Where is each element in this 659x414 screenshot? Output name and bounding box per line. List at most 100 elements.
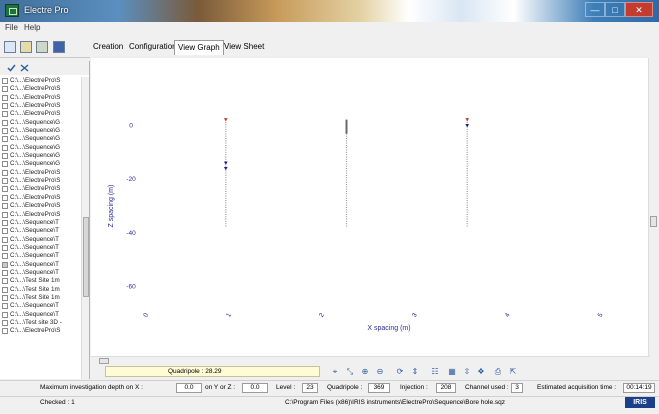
close-button[interactable]: ✕ (625, 2, 653, 17)
sidebar-scrollbar[interactable] (81, 77, 89, 379)
sequence-list-item[interactable]: C:\...\Test site 3D - (0, 319, 80, 327)
uncheck-all-icon[interactable] (20, 64, 29, 72)
sequence-checkbox[interactable] (2, 261, 8, 268)
sequence-checkbox[interactable] (2, 86, 8, 93)
sequence-list-item[interactable]: C:\...\Sequence\T (0, 269, 80, 277)
export-icon[interactable]: ⇱ (508, 367, 518, 376)
sequence-checkbox[interactable] (2, 153, 8, 160)
check-all-icon[interactable] (7, 64, 16, 72)
sequence-checkbox[interactable] (2, 136, 8, 143)
tab-configuration[interactable]: Configuration (126, 40, 180, 55)
crosshair-icon[interactable]: ⌖ (330, 367, 340, 376)
sequence-list-item[interactable]: C:\...\ElectrePro\S (0, 94, 80, 102)
minimize-button[interactable]: — (585, 2, 605, 17)
sequence-list-item[interactable]: C:\...\Sequence\T (0, 219, 80, 227)
sequence-checkbox[interactable] (2, 303, 8, 310)
zoom-out-icon[interactable]: ⊖ (375, 367, 385, 376)
zoom-in-icon[interactable]: ⊕ (360, 367, 370, 376)
maximize-button[interactable]: □ (605, 2, 625, 17)
sequence-list-item[interactable]: C:\...\Sequence\T (0, 261, 80, 269)
sequence-checkbox[interactable] (2, 194, 8, 201)
sequence-list-item[interactable]: C:\...\Sequence\G (0, 127, 80, 135)
sequence-list-item[interactable]: C:\...\Sequence\T (0, 236, 80, 244)
sequence-checkbox[interactable] (2, 144, 8, 151)
save-icon[interactable] (53, 41, 65, 53)
tab-creation[interactable]: Creation (90, 40, 126, 55)
tab-view-sheet[interactable]: View Sheet (221, 40, 267, 55)
sequence-list-item[interactable]: C:\...\Sequence\G (0, 144, 80, 152)
sequence-list-item[interactable]: C:\...\Sequence\G (0, 160, 80, 168)
stepper-icon[interactable]: ⇕ (410, 367, 420, 376)
sequence-list-item[interactable]: C:\...\ElectrePro\S (0, 85, 80, 93)
sequence-list-item[interactable]: C:\...\ElectrePro\S (0, 327, 80, 335)
sequence-list-item[interactable]: C:\...\ElectrePro\S (0, 185, 80, 193)
sequence-checkbox[interactable] (2, 228, 8, 235)
sequence-checkbox[interactable] (2, 328, 8, 335)
sequence-list-item[interactable]: C:\...\ElectrePro\S (0, 169, 80, 177)
print-icon[interactable]: ⎙ (493, 367, 503, 376)
sequence-checkbox[interactable] (2, 286, 8, 293)
sequence-checkbox[interactable] (2, 278, 8, 285)
sequence-list-item[interactable]: C:\...\ElectrePro\S (0, 194, 80, 202)
graph-vertical-scrollbar[interactable] (648, 58, 658, 357)
sequence-label: C:\...\Test Site 1m (10, 293, 60, 301)
sequence-list-item[interactable]: C:\...\Sequence\T (0, 311, 80, 319)
sequence-list-item[interactable]: C:\...\Sequence\G (0, 119, 80, 127)
grid-icon[interactable]: ☷ (430, 367, 440, 376)
quadripole-field: Quadripole : 28.29 (105, 366, 320, 377)
sequence-list-item[interactable]: C:\...\Test Site 1m (0, 286, 80, 294)
sequence-list-item[interactable]: C:\...\ElectrePro\S (0, 202, 80, 210)
sequence-checkbox[interactable] (2, 128, 8, 135)
new-file-icon[interactable] (4, 41, 16, 53)
menu-help[interactable]: Help (24, 23, 40, 32)
horizontal-scroll-thumb[interactable] (99, 358, 109, 364)
sequence-checkbox[interactable] (2, 253, 8, 260)
sequence-checkbox[interactable] (2, 178, 8, 185)
sequence-checkbox[interactable] (2, 119, 8, 126)
sequence-checkbox[interactable] (2, 78, 8, 84)
rotate-icon[interactable]: ⟳ (395, 367, 405, 376)
sequence-checkbox[interactable] (2, 319, 8, 326)
sequence-checkbox[interactable] (2, 294, 8, 301)
sequence-list-item[interactable]: C:\...\ElectrePro\S (0, 177, 80, 185)
sequence-checkbox[interactable] (2, 244, 8, 251)
color-icon[interactable]: ❖ (476, 367, 486, 376)
sequence-checkbox[interactable] (2, 94, 8, 101)
sequence-list-item[interactable]: C:\...\ElectrePro\S (0, 102, 80, 110)
sequence-checkbox[interactable] (2, 169, 8, 176)
sequence-checkbox[interactable] (2, 161, 8, 168)
graph-canvas[interactable]: 0 -20 -40 -60 0 1 2 3 4 5 X spacing (m) Z spacing (… (91, 58, 650, 357)
sequence-checkbox[interactable] (2, 219, 8, 226)
sequence-list-item[interactable]: C:\...\Sequence\T (0, 227, 80, 235)
sequence-checkbox[interactable] (2, 311, 8, 318)
sequence-list-item[interactable]: C:\...\Test Site 1m (0, 294, 80, 302)
sequence-list-item[interactable]: C:\...\Sequence\T (0, 252, 80, 260)
sequence-list-item[interactable]: C:\...\Sequence\G (0, 152, 80, 160)
sequence-list-item[interactable]: C:\...\ElectrePro\S (0, 110, 80, 118)
sequence-checkbox[interactable] (2, 103, 8, 110)
time-value: 00:14:19 (623, 383, 655, 393)
vertical-scroll-thumb[interactable] (650, 216, 657, 227)
sequence-checkbox[interactable] (2, 211, 8, 218)
sequence-checkbox[interactable] (2, 111, 8, 118)
zoom-region-icon[interactable]: ⤡ (345, 367, 355, 376)
open-folder-icon[interactable] (20, 41, 32, 53)
sequence-list-item[interactable]: C:\...\Sequence\G (0, 135, 80, 143)
sequence-checkbox[interactable] (2, 203, 8, 210)
menu-file[interactable]: File (5, 23, 18, 32)
sequence-label: C:\...\ElectrePro\S (10, 210, 61, 218)
graph-horizontal-scrollbar[interactable] (91, 356, 650, 364)
sequence-checkbox[interactable] (2, 269, 8, 276)
sequence-list-item[interactable]: C:\...\ElectrePro\S (0, 77, 80, 85)
sidebar-scroll-thumb[interactable] (83, 217, 89, 297)
sequence-checkbox[interactable] (2, 186, 8, 193)
split-icon[interactable]: ⇳ (462, 367, 472, 376)
layout-icon[interactable]: ▦ (447, 367, 457, 376)
sequence-list-item[interactable]: C:\...\Sequence\T (0, 244, 80, 252)
sequence-list-item[interactable]: C:\...\ElectrePro\S (0, 211, 80, 219)
tab-view-graph[interactable]: View Graph (174, 40, 224, 55)
sequence-list-item[interactable]: C:\...\Sequence\T (0, 302, 80, 310)
sequence-checkbox[interactable] (2, 236, 8, 243)
tools-icon[interactable] (36, 41, 48, 53)
sequence-list-item[interactable]: C:\...\Test Site 1m (0, 277, 80, 285)
